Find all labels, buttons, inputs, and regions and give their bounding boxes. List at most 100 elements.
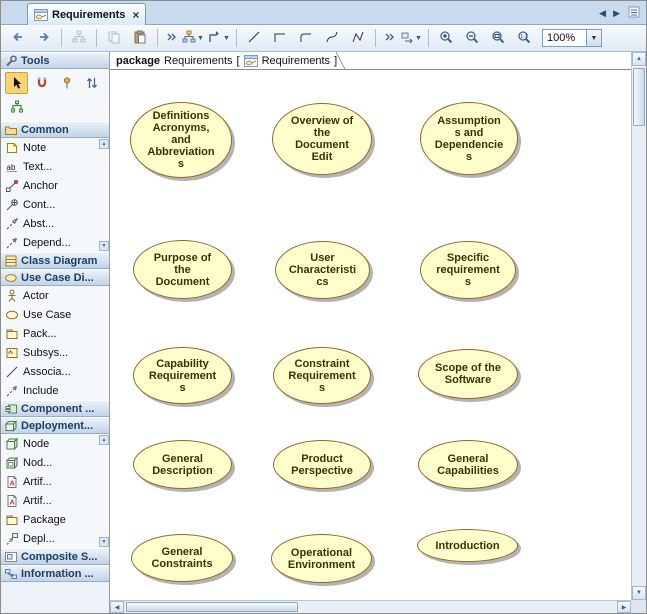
copy-button[interactable] [102,27,126,49]
usecase-introduction[interactable]: Introduction [417,529,518,562]
scroll-left-icon[interactable]: ◀ [110,601,124,613]
line-style-straight-button[interactable] [242,27,266,49]
palette-item-artif[interactable]: AArtif... [1,491,99,510]
palette-header-tools[interactable]: Tools [1,52,109,69]
palette-item-depl[interactable]: Depl... [1,529,99,548]
layout-button[interactable]: ▼ [181,27,205,49]
usecase-scope-of-the-software[interactable]: Scope of theSoftware [418,349,518,399]
usecase-general-description[interactable]: GeneralDescription [133,440,232,489]
palette-item-associa[interactable]: Associa... [1,362,99,381]
horizontal-scrollbar[interactable]: ◀ ▶ [110,600,631,613]
palette-item-nod[interactable]: Nod... [1,453,99,472]
palette-item-depend[interactable]: Depend... [1,233,99,252]
zoom-level-select[interactable]: 100% ▼ [542,29,602,47]
palette-header-class-diagram[interactable]: Class Diagram [1,252,109,269]
palette-item-actor[interactable]: Actor [1,286,99,305]
palette-header-deployment[interactable]: Deployment... [1,417,109,434]
line-style-curved-button[interactable] [320,27,344,49]
anchor-icon [5,179,19,193]
palette-item-subsys[interactable]: Subsys... [1,343,99,362]
previous-diagram-icon[interactable]: ◀ [599,9,606,18]
scroll-right-icon[interactable]: ▶ [617,601,631,613]
selection-tool-button[interactable] [5,72,28,94]
line-style-rounded-button[interactable] [294,27,318,49]
palette-item-pack[interactable]: Pack... [1,324,99,343]
vertical-scrollbar[interactable]: ▲ ▼ [631,52,646,600]
usecase-label: CapabilityRequirements [143,358,222,394]
usecase-label: Specificrequirements [430,252,506,288]
palette-item-note[interactable]: Note [1,138,99,157]
caret-down-icon: ▼ [197,35,204,42]
palette-item-text[interactable]: abText... [1,157,99,176]
horizontal-scroll-thumb[interactable] [126,602,298,612]
palette-header-information[interactable]: Information ... [1,565,109,582]
usecase-product-perspective[interactable]: ProductPerspective [273,440,371,489]
usecase-general-capabilities[interactable]: GeneralCapabilities [418,440,518,489]
zoom-in-button[interactable] [434,27,458,49]
diagram-canvas[interactable]: package Requirements [ Requirements ] De… [110,52,631,600]
swap-tool-button[interactable] [80,72,103,94]
paste-button[interactable] [128,27,152,49]
palette-header-use-case-di[interactable]: Use Case Di... [1,269,109,286]
tab-requirements[interactable]: Requirements × [27,3,146,25]
forward-button[interactable] [32,27,56,49]
palette-header-common[interactable]: Common [1,121,109,138]
line-style-spline-button[interactable] [346,27,370,49]
usecase-constraint-requirements[interactable]: ConstraintRequirements [273,347,371,404]
usecase-assumptions-and-dependencies[interactable]: Assumptions andDependencies [420,102,518,175]
next-diagram-icon[interactable]: ▶ [613,9,620,18]
zoom-caret-down-icon[interactable]: ▼ [586,30,601,46]
toolbar-overflow-button[interactable] [163,27,179,49]
usecase-general-constraints[interactable]: GeneralConstraints [131,534,233,582]
usecase-purpose-of-the-document[interactable]: Purpose oftheDocument [133,240,232,299]
magnet-tool-button[interactable] [30,72,53,94]
compdiag-icon [4,402,18,416]
usecase-label: Scope of theSoftware [429,362,507,386]
zoom11-icon: 1:1 [517,30,531,47]
palette-header-component[interactable]: Component ... [1,400,109,417]
tab-close-icon[interactable]: × [132,9,139,21]
quick-layout-button[interactable]: ▼ [207,27,231,49]
horizontal-scroll-track[interactable] [124,601,617,613]
palette-item-include[interactable]: Include [1,381,99,400]
tab-title: Requirements [52,9,125,21]
zoom-1-1-button[interactable]: 1:1 [512,27,536,49]
palette-item-package[interactable]: Package [1,510,99,529]
palette-item-label: Nod... [23,457,52,469]
scroll-down-icon[interactable]: ▼ [632,586,646,600]
sticky-tool-button[interactable] [55,72,78,94]
line-icon [247,30,261,47]
diagram-list-icon[interactable] [627,5,641,21]
vertical-scroll-track[interactable] [632,66,646,586]
palette-scroll-up-icon[interactable]: ▲ [99,435,109,445]
palette-scroll-down-icon[interactable]: ▼ [99,241,109,251]
usecase-specific-requirements[interactable]: Specificrequirements [420,241,516,299]
line-style-rectilinear-button[interactable] [268,27,292,49]
palette-scroll-down-icon[interactable]: ▼ [99,537,109,547]
related-elements-button[interactable] [67,27,91,49]
zoom-out-button[interactable] [460,27,484,49]
usecase-overview-of-the-document-edit[interactable]: Overview oftheDocumentEdit [272,103,372,175]
vertical-scroll-thumb[interactable] [633,68,645,126]
scroll-up-icon[interactable]: ▲ [632,52,646,66]
palette-item-node[interactable]: Node [1,434,99,453]
usecase-user-characteristics[interactable]: UserCharacteristics [275,241,370,299]
usecase-capability-requirements[interactable]: CapabilityRequirements [133,347,232,404]
tree-tool-button[interactable] [5,96,28,118]
usecase-label: Introduction [429,540,505,552]
palette-item-anchor[interactable]: Anchor [1,176,99,195]
usecase-definitions-acronyms-and-abbreviations[interactable]: DefinitionsAcronyms,andAbbreviations [130,102,232,178]
palette-scroll-up-icon[interactable]: ▲ [99,139,109,149]
palette-item-artif[interactable]: AArtif... [1,472,99,491]
toolbar-overflow-2-button[interactable] [381,27,397,49]
zoom-fit-button[interactable] [486,27,510,49]
palette-header-composite-s[interactable]: Composite S... [1,548,109,565]
diagram-tab-icon [34,8,48,22]
usecase-operational-environment[interactable]: OperationalEnvironment [271,534,372,583]
palette-item-abst[interactable]: Abst... [1,214,99,233]
palette-item-label: Pack... [23,328,57,340]
back-button[interactable] [6,27,30,49]
selection-filter-button[interactable]: ▼ [399,27,423,49]
palette-item-use-case[interactable]: Use Case [1,305,99,324]
palette-item-cont[interactable]: Cont... [1,195,99,214]
